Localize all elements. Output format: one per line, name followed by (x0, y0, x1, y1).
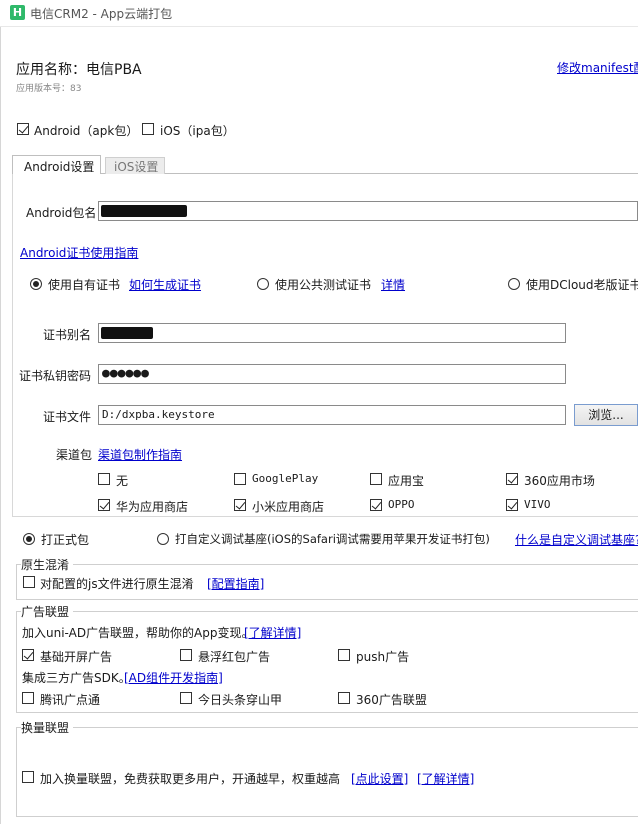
own-cert-radio[interactable] (30, 278, 42, 290)
ad-union-title: 广告联盟 (21, 603, 74, 620)
what-is-debug-base-link[interactable]: 什么是自定义调试基座? (515, 531, 638, 548)
cert-password-label: 证书私钥密码 (19, 369, 92, 383)
channel-oppo-checkbox[interactable] (370, 499, 382, 511)
exchange-union-checkbox[interactable] (22, 771, 34, 783)
ad-splash-checkbox[interactable] (22, 649, 34, 661)
channel-guide-link[interactable]: 渠道包制作指南 (98, 446, 182, 463)
android-label: Android（apk包） (34, 124, 139, 138)
browse-button[interactable]: 浏览... (574, 404, 638, 426)
tab-panel-border (12, 174, 13, 516)
exchange-settings-link[interactable]: [点此设置] (351, 770, 408, 787)
redacted-package-name (101, 205, 187, 217)
channel-huawei-label: 华为应用商店 (116, 500, 189, 514)
formal-build-radio[interactable] (23, 533, 35, 545)
ad-union-details-link[interactable]: [了解详情] (244, 624, 301, 641)
obfuscation-checkbox[interactable] (23, 576, 35, 588)
channel-huawei-checkbox[interactable] (98, 499, 110, 511)
ad-toutiao-label: 今日头条穿山甲 (198, 693, 283, 707)
ad-360-label: 360广告联盟 (356, 693, 427, 707)
ad-360-checkbox[interactable] (338, 692, 350, 704)
ad-push-label: push广告 (356, 650, 410, 664)
obfuscation-title: 原生混淆 (21, 556, 74, 573)
channel-yingyongbao-checkbox[interactable] (370, 473, 382, 485)
tab-panel-bottom (12, 516, 638, 517)
ad-redpacket-checkbox[interactable] (180, 649, 192, 661)
ad-tencent-label: 腾讯广点通 (40, 693, 101, 707)
ad-sdk-guide-link[interactable]: [AD组件开发指南] (124, 669, 223, 686)
app-name: 应用名称：电信PBA (16, 62, 142, 78)
dcloud-old-cert-radio[interactable] (508, 278, 520, 290)
channel-vivo-checkbox[interactable] (506, 499, 518, 511)
channel-xiaomi-label: 小米应用商店 (252, 500, 325, 514)
app-version: 应用版本号：83 (16, 84, 82, 94)
redacted-cert-alias (101, 327, 153, 339)
channel-googleplay-checkbox[interactable] (234, 473, 246, 485)
exchange-union-title: 换量联盟 (21, 719, 74, 736)
ad-sdk-intro: 集成三方广告SDK。 (22, 671, 131, 685)
channel-none-checkbox[interactable] (98, 473, 110, 485)
channel-360-label: 360应用市场 (524, 474, 595, 488)
cert-password-input[interactable]: ●●●●●● (98, 364, 566, 384)
exchange-details-link[interactable]: [了解详情] (417, 770, 474, 787)
window-title: 电信CRM2 - App云端打包 (30, 7, 173, 21)
channel-oppo-label: OPPO (388, 498, 415, 511)
ad-tencent-checkbox[interactable] (22, 692, 34, 704)
cert-file-label: 证书文件 (43, 410, 92, 424)
channel-vivo-label: VIVO (524, 498, 551, 511)
ad-redpacket-label: 悬浮红包广告 (198, 650, 271, 664)
ad-union-intro: 加入uni-AD广告联盟，帮助你的App变现。 (22, 626, 254, 640)
obfuscation-guide-link[interactable]: [配置指南] (207, 575, 264, 592)
ios-label: iOS（ipa包） (160, 124, 235, 138)
channel-360-checkbox[interactable] (506, 473, 518, 485)
channel-yingyongbao-label: 应用宝 (388, 474, 425, 488)
public-cert-details-link[interactable]: 详情 (381, 276, 405, 293)
public-test-cert-radio[interactable] (257, 278, 269, 290)
cert-alias-label: 证书别名 (43, 328, 92, 342)
modify-manifest-link[interactable]: 修改manifest配置 (557, 59, 638, 76)
ad-toutiao-checkbox[interactable] (180, 692, 192, 704)
channel-label: 渠道包 (56, 448, 93, 462)
cert-file-input[interactable]: D:/dxpba.keystore (98, 405, 566, 425)
debug-build-label: 打自定义调试基座(iOS的Safari调试需要用苹果开发证书打包) (175, 532, 490, 546)
hbuilder-logo-icon: H (10, 5, 25, 20)
obfuscation-label: 对配置的js文件进行原生混淆 (40, 577, 194, 591)
formal-build-label: 打正式包 (41, 533, 90, 547)
exchange-union-label: 加入换量联盟，免费获取更多用户，开通越早，权重越高 (40, 772, 341, 786)
own-cert-label: 使用自有证书 (48, 278, 121, 292)
android-checkbox[interactable] (17, 123, 29, 135)
how-to-generate-cert-link[interactable]: 如何生成证书 (129, 276, 201, 293)
package-name-label: Android包名 (26, 206, 97, 220)
debug-build-radio[interactable] (157, 533, 169, 545)
channel-googleplay-label: GooglePlay (252, 472, 319, 485)
tab-ios-label: iOS设置 (114, 160, 159, 174)
dcloud-old-cert-label: 使用DCloud老版证书 (526, 278, 638, 292)
cert-alias-input[interactable] (98, 323, 566, 343)
ad-push-checkbox[interactable] (338, 649, 350, 661)
tab-android-label: Android设置 (24, 160, 95, 174)
channel-none-label: 无 (116, 474, 129, 488)
ad-splash-label: 基础开屏广告 (40, 650, 113, 664)
channel-xiaomi-checkbox[interactable] (234, 499, 246, 511)
android-cert-guide-link[interactable]: Android证书使用指南 (20, 244, 138, 261)
ios-checkbox[interactable] (142, 123, 154, 135)
public-test-cert-label: 使用公共测试证书 (275, 278, 372, 292)
left-border (0, 27, 1, 824)
